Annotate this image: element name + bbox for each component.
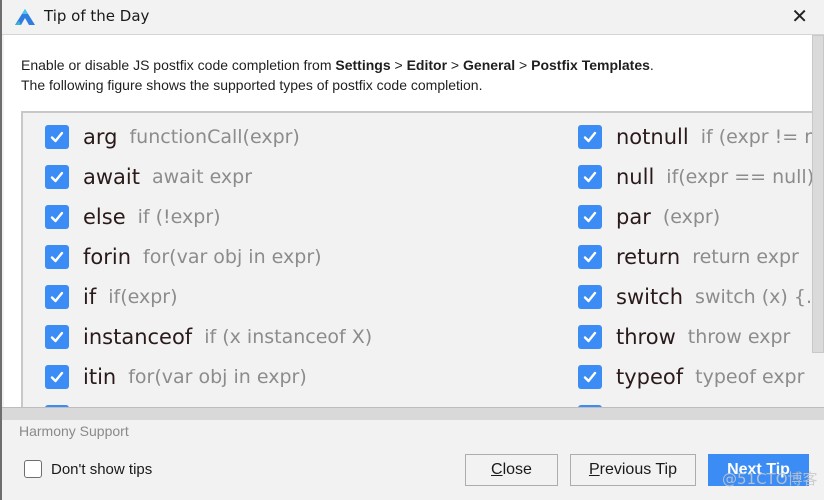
desc-line2: The following figure shows the supported… <box>21 77 483 93</box>
vertical-scrollbar[interactable] <box>812 35 824 353</box>
template-example: typeof expr <box>695 366 805 388</box>
template-example: throw expr <box>687 326 791 348</box>
template-item: forin for(var obj in expr) <box>45 237 372 277</box>
checkbox-checked-icon[interactable] <box>45 285 69 309</box>
previous-mnemonic: P <box>588 461 600 478</box>
close-icon[interactable]: ✕ <box>791 5 808 27</box>
template-example: switch (x) {...} <box>695 286 824 308</box>
template-key: itin <box>83 365 117 389</box>
horizontal-scrollbar[interactable] <box>2 407 824 420</box>
close-label: lose <box>502 461 532 478</box>
template-example: if (!expr) <box>137 206 221 228</box>
right-template-column: notnull if (expr != null) null if(expr == n… <box>578 117 824 409</box>
template-key: typeof <box>616 365 684 389</box>
previous-tip-button[interactable]: Previous Tip <box>570 454 696 486</box>
tip-description: Enable or disable JS postfix code comple… <box>21 55 811 95</box>
checkbox-checked-icon[interactable] <box>578 365 602 389</box>
checkbox-checked-icon[interactable] <box>45 125 69 149</box>
checkbox-box[interactable] <box>24 460 42 478</box>
template-item: arg functionCall(expr) <box>45 117 372 157</box>
path-editor: Editor <box>406 57 448 73</box>
template-example: if (x instanceof X) <box>204 326 373 348</box>
close-mnemonic: C <box>491 461 503 478</box>
template-item: typeof typeof expr <box>578 357 824 397</box>
template-key: if <box>83 285 97 309</box>
window-title: Tip of the Day <box>44 7 150 25</box>
checkbox-checked-icon[interactable] <box>45 325 69 349</box>
tip-content: Enable or disable JS postfix code comple… <box>4 35 824 417</box>
path-separator: > <box>515 57 532 73</box>
template-example: (expr) <box>662 206 721 228</box>
checkbox-checked-icon[interactable] <box>578 325 602 349</box>
template-example: for(var obj in expr) <box>128 366 307 388</box>
checkbox-checked-icon[interactable] <box>578 285 602 309</box>
template-example: functionCall(expr) <box>129 126 300 148</box>
template-example: if (expr != null) <box>700 126 824 148</box>
previous-label: revious Tip <box>599 461 678 478</box>
dont-show-tips-label: Don't show tips <box>51 460 153 478</box>
template-key: null <box>616 165 655 189</box>
template-item: if if(expr) <box>45 277 372 317</box>
checkbox-checked-icon[interactable] <box>578 245 602 269</box>
left-template-column: arg functionCall(expr) await await expr else… <box>45 117 372 409</box>
desc-line1-prefix: Enable or disable JS postfix code comple… <box>21 57 336 73</box>
template-key: await <box>83 165 140 189</box>
template-key: instanceof <box>83 325 193 349</box>
template-key: notnull <box>616 125 689 149</box>
dont-show-tips-checkbox[interactable]: Don't show tips <box>24 460 152 478</box>
checkbox-checked-icon[interactable] <box>45 205 69 229</box>
template-item: throw throw expr <box>578 317 824 357</box>
template-key: arg <box>83 125 118 149</box>
template-example: return expr <box>692 246 799 268</box>
template-example: if(expr == null) <box>666 166 815 188</box>
template-item: switch switch (x) {...} <box>578 277 824 317</box>
path-separator: > <box>390 57 407 73</box>
checkbox-checked-icon[interactable] <box>45 245 69 269</box>
template-key: par <box>616 205 651 229</box>
postfix-templates-figure: arg functionCall(expr) await await expr else… <box>21 111 824 409</box>
path-general: General <box>463 57 516 73</box>
template-item: null if(expr == null) <box>578 157 824 197</box>
checkbox-checked-icon[interactable] <box>578 165 602 189</box>
template-example: await expr <box>151 166 253 188</box>
harmony-logo-icon <box>15 9 35 25</box>
template-key: else <box>83 205 126 229</box>
title-bar: Tip of the Day ✕ <box>2 0 824 35</box>
template-example: for(var obj in expr) <box>143 246 322 268</box>
path-settings: Settings <box>335 57 391 73</box>
close-button[interactable]: Close <box>465 454 558 486</box>
checkbox-checked-icon[interactable] <box>578 205 602 229</box>
next-tip-button[interactable]: Next Tip <box>708 454 809 486</box>
template-item: instanceof if (x instanceof X) <box>45 317 372 357</box>
path-separator: > <box>447 57 464 73</box>
template-key: switch <box>616 285 684 309</box>
path-postfix-templates: Postfix Templates <box>531 57 650 73</box>
desc-suffix: . <box>649 57 654 73</box>
template-key: return <box>616 245 681 269</box>
tip-of-the-day-dialog: Tip of the Day ✕ Enable or disable JS po… <box>0 0 824 500</box>
tip-source-label: Harmony Support <box>19 423 129 439</box>
checkbox-checked-icon[interactable] <box>578 125 602 149</box>
template-item: par (expr) <box>578 197 824 237</box>
template-item: else if (!expr) <box>45 197 372 237</box>
template-key: forin <box>83 245 132 269</box>
template-item: return return expr <box>578 237 824 277</box>
template-item: itin for(var obj in expr) <box>45 357 372 397</box>
template-key: throw <box>616 325 676 349</box>
template-item: await await expr <box>45 157 372 197</box>
template-example: if(expr) <box>108 286 178 308</box>
checkbox-checked-icon[interactable] <box>45 365 69 389</box>
template-item: notnull if (expr != null) <box>578 117 824 157</box>
checkbox-checked-icon[interactable] <box>45 165 69 189</box>
